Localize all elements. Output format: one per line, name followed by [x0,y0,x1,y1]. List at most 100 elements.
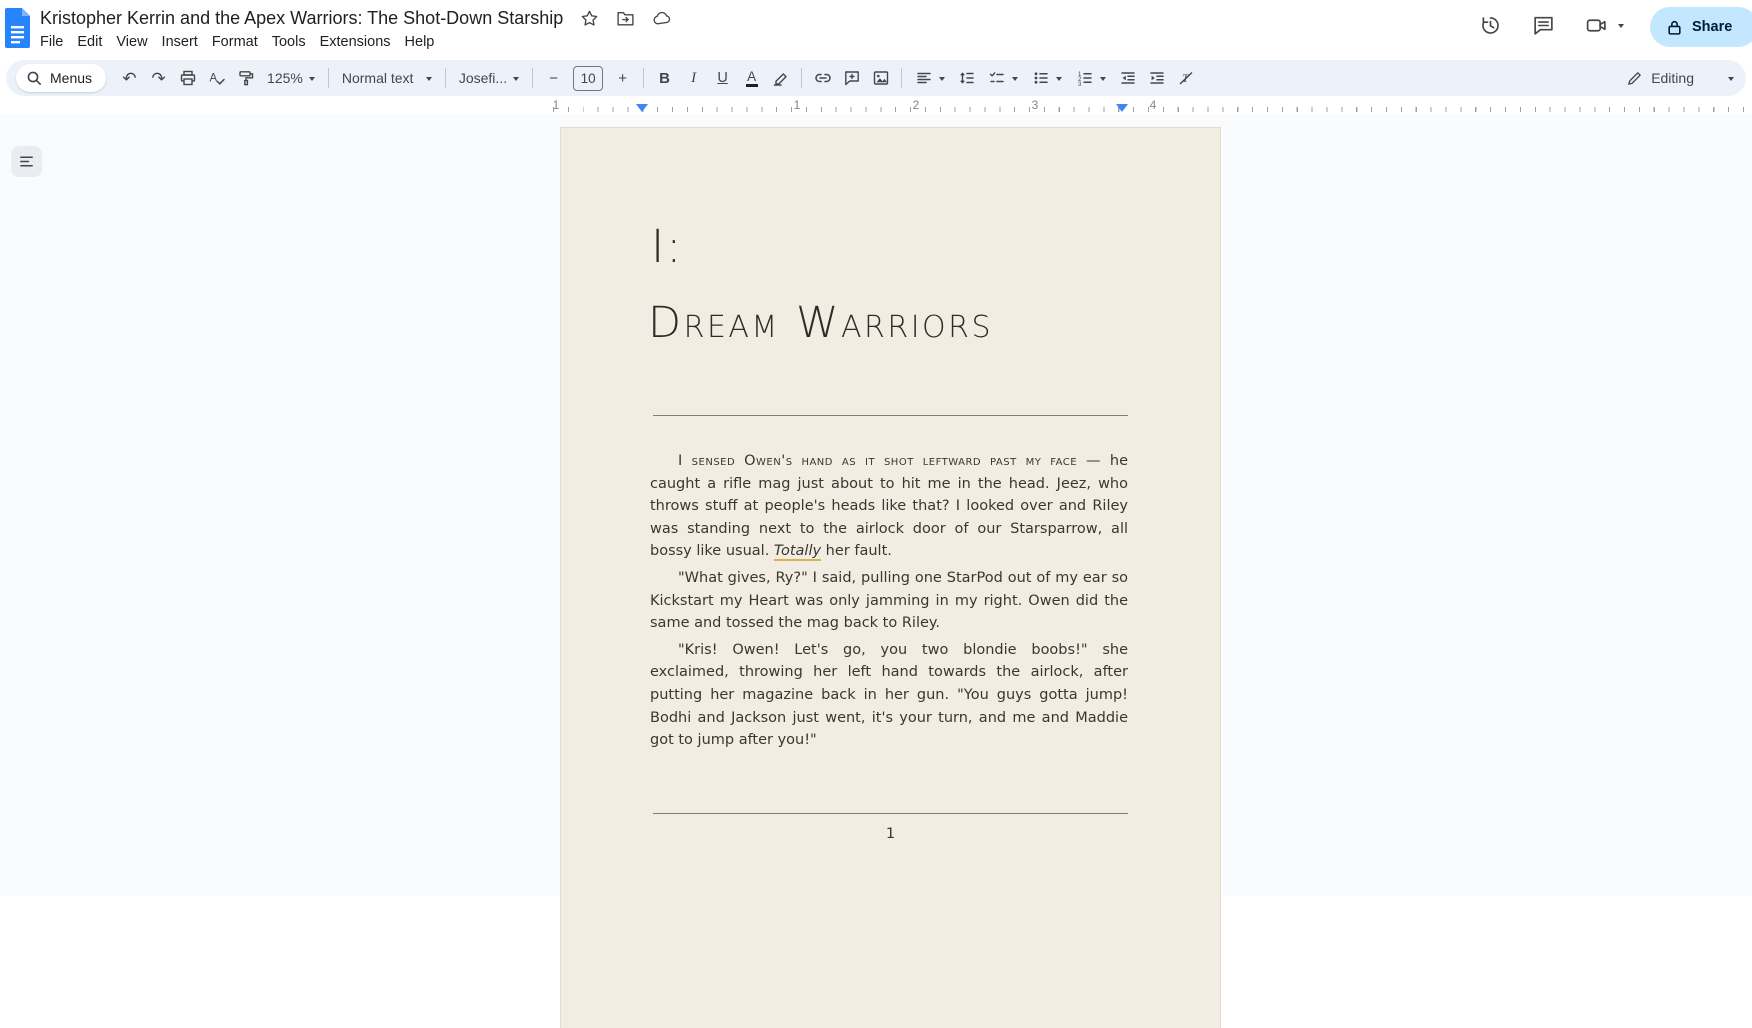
footer-divider [653,813,1128,814]
highlight-color-button[interactable] [767,65,794,92]
font-family-select[interactable]: Josefi... [453,65,525,92]
spelling-check-button[interactable]: A [203,65,230,92]
paragraph-style-select[interactable]: Normal text [336,65,438,92]
ruler-number: 4 [1150,98,1157,112]
chevron-down-icon [1100,77,1106,84]
chevron-down-icon [939,77,945,84]
clear-formatting-button[interactable]: T [1172,65,1199,92]
increase-indent-button[interactable] [1143,65,1170,92]
insert-link-button[interactable] [809,65,836,92]
document-tabs-toggle-button[interactable] [11,146,42,177]
page-number: 1 [653,826,1128,842]
numbered-list-button[interactable]: 123 [1070,65,1112,92]
zoom-select[interactable]: 125% [261,65,321,92]
menu-edit[interactable]: Edit [70,32,109,52]
text-color-button[interactable]: A [738,65,765,92]
menus-label: Menus [50,70,92,86]
redo-button[interactable]: ↷ [145,65,172,92]
font-size-input[interactable]: 10 [573,66,603,91]
menu-extensions[interactable]: Extensions [313,32,398,52]
menu-tools[interactable]: Tools [265,32,313,52]
paragraph-style-value: Normal text [342,70,420,86]
horizontal-divider [653,415,1128,416]
doc-text-run[interactable]: her fault. [821,543,892,559]
doc-paragraph[interactable]: I sensed Owen's hand as it shot leftward… [650,450,1128,563]
line-spacing-button[interactable] [953,65,980,92]
toolbar: Menus ↶ ↷ A 125% Normal text Josefi... −… [6,60,1746,96]
menu-bar: File Edit View Insert Format Tools Exten… [33,32,672,52]
doc-paragraphs[interactable]: I sensed Owen's hand as it shot leftward… [650,450,1128,756]
bulleted-list-button[interactable] [1026,65,1068,92]
insert-image-button[interactable] [867,65,894,92]
horizontal-ruler[interactable]: 1 1 2 3 4 [0,98,1752,114]
ruler-number: 1 [794,98,801,112]
document-page[interactable]: I: Dream Warriors I sensed Owen's hand a… [561,128,1220,1028]
header-actions [1479,14,1624,37]
chevron-down-icon [1056,77,1062,84]
title-block: Kristopher Kerrin and the Apex Warriors:… [40,8,672,52]
paint-format-button[interactable] [232,65,259,92]
decrease-font-size-button[interactable]: − [540,65,567,92]
menu-insert[interactable]: Insert [155,32,205,52]
comments-icon[interactable] [1532,14,1555,37]
ruler-number: 2 [913,98,920,112]
svg-text:3: 3 [1078,82,1082,87]
document-title[interactable]: Kristopher Kerrin and the Apex Warriors:… [40,8,563,29]
menu-view[interactable]: View [109,32,154,52]
chapter-title[interactable]: Dream Warriors [648,298,993,348]
pencil-icon [1626,70,1643,87]
bold-button[interactable]: B [651,65,678,92]
chapter-number[interactable]: I: [651,220,683,273]
editing-mode-select[interactable]: Editing [1624,70,1736,87]
move-folder-icon[interactable] [616,9,635,28]
decrease-indent-button[interactable] [1114,65,1141,92]
menu-file[interactable]: File [33,32,70,52]
menu-format[interactable]: Format [205,32,265,52]
doc-text-run[interactable]: I sensed Owen's hand as it shot leftward… [678,453,1110,469]
svg-text:A: A [209,73,217,85]
chevron-down-icon [513,77,519,84]
indent-marker-right[interactable] [1116,104,1128,112]
ruler-number: 1 [553,98,560,112]
chevron-down-icon [1728,77,1734,84]
chevron-down-icon [1618,24,1624,31]
version-history-icon[interactable] [1479,14,1502,37]
lock-icon [1666,19,1683,36]
search-icon [26,70,42,86]
italic-button[interactable]: I [680,65,707,92]
ruler-number: 3 [1032,98,1039,112]
font-family-value: Josefi... [459,70,507,86]
toolbar-divider [901,68,902,88]
indent-marker-left[interactable] [636,104,648,112]
doc-paragraph[interactable]: "Kris! Owen! Let's go, you two blondie b… [650,639,1128,752]
doc-paragraph[interactable]: "What gives, Ry?" I said, pulling one St… [650,567,1128,635]
share-button[interactable]: Share [1650,7,1752,47]
menu-help[interactable]: Help [398,32,442,52]
zoom-value: 125% [267,70,303,86]
share-label: Share [1692,19,1732,35]
menus-search-button[interactable]: Menus [16,64,106,92]
toolbar-divider [801,68,802,88]
increase-font-size-button[interactable]: + [609,65,636,92]
underline-button[interactable]: U [709,65,736,92]
print-button[interactable] [174,65,201,92]
chevron-down-icon [1012,77,1018,84]
toolbar-divider [643,68,644,88]
doc-text-run[interactable]: "What gives, Ry?" I said, pulling one St… [650,570,1128,631]
chevron-down-icon [309,77,315,84]
toolbar-divider [532,68,533,88]
editing-mode-label: Editing [1651,70,1694,86]
star-icon[interactable] [580,9,599,28]
google-docs-logo-icon[interactable] [3,8,32,48]
doc-text-run[interactable]: "Kris! Owen! Let's go, you two blondie b… [650,642,1128,748]
align-button[interactable] [909,65,951,92]
cloud-status-icon[interactable] [652,9,672,28]
meet-call-control[interactable] [1585,14,1624,37]
chevron-down-icon [426,77,432,84]
doc-text-run[interactable]: Totally [774,543,821,561]
checklist-button[interactable] [982,65,1024,92]
undo-button[interactable]: ↶ [116,65,143,92]
document-canvas: I: Dream Warriors I sensed Owen's hand a… [0,114,1752,896]
video-call-icon [1585,14,1608,37]
add-comment-button[interactable] [838,65,865,92]
